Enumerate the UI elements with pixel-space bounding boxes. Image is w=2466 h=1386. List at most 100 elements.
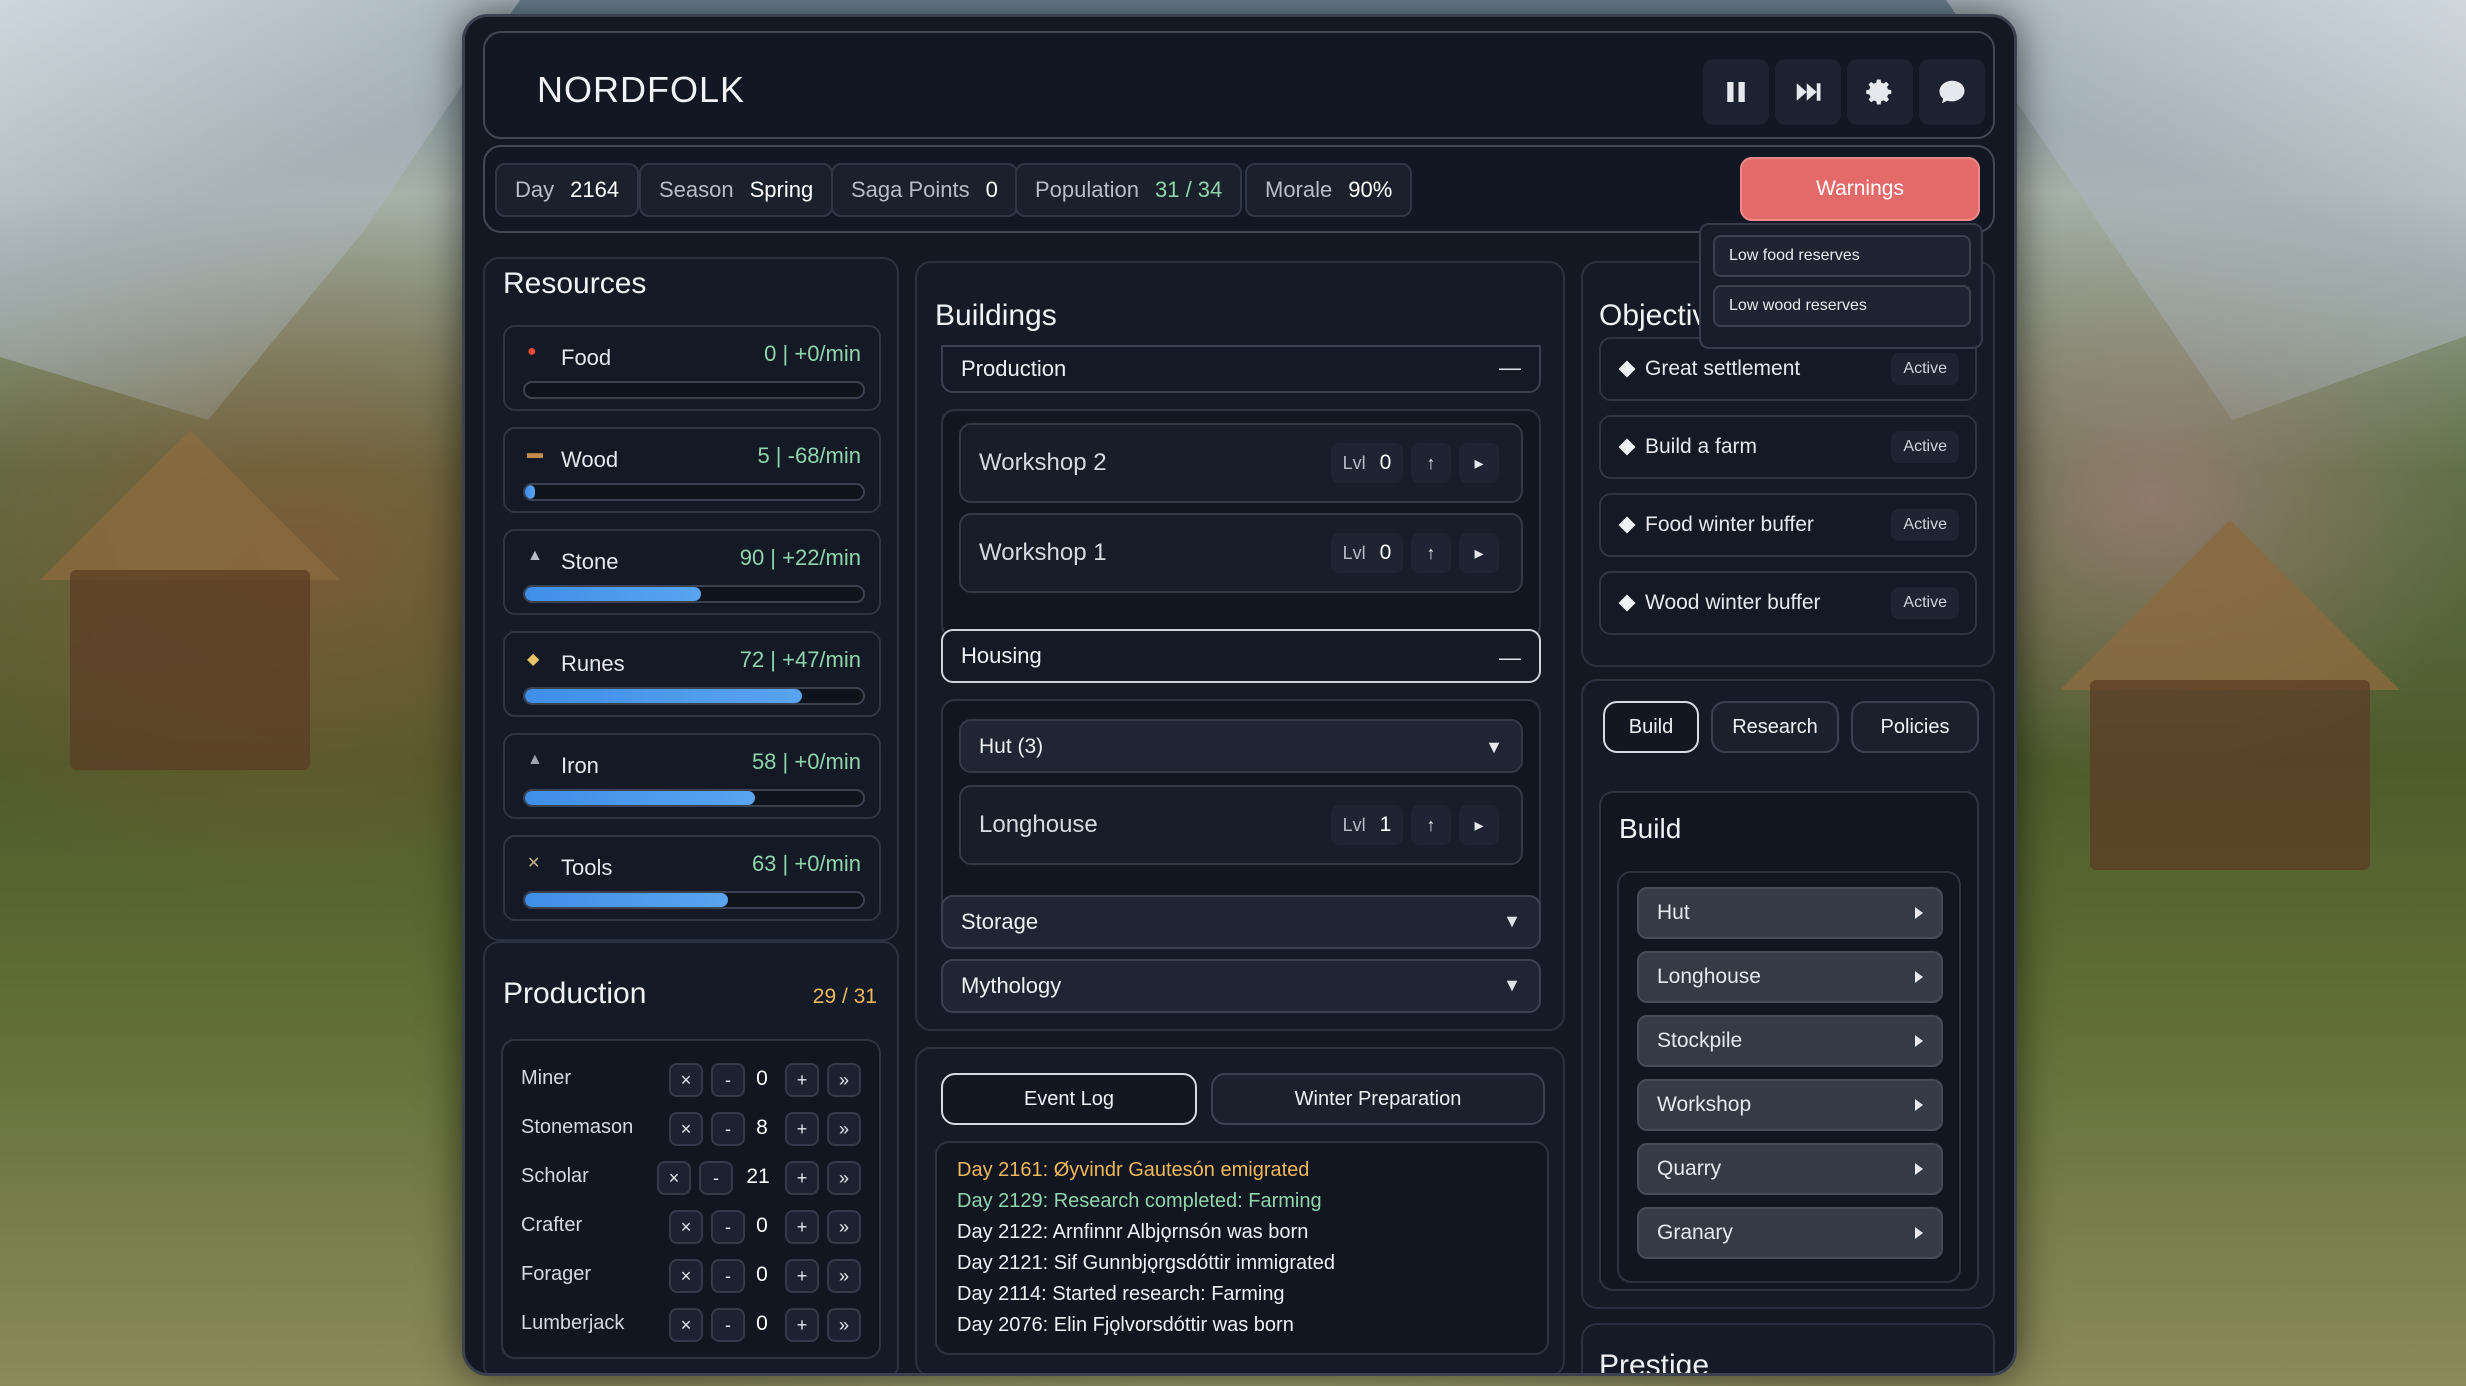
tab-winter-preparation[interactable]: Winter Preparation [1211,1073,1545,1125]
saga-points-value: 0 [985,177,998,202]
remove-button[interactable]: × [669,1308,703,1342]
objective-name: Great settlement [1645,357,1801,380]
increment-button[interactable]: + [785,1112,819,1146]
build-title: Build [1619,813,1682,844]
level-value: 1 [1379,813,1392,836]
production-list: Miner × -0 +» Stonemason × -8 +» Scholar × -21 +» Cr… [501,1039,881,1359]
log-entry: Day 2129: Research completed: Farming [957,1190,1322,1212]
building-card-longhouse: Longhouse Lvl 1 ↑ ▸ [959,785,1523,865]
buildings-panel: Buildings Production — Workshop 2 Lvl 0 ↑… [915,261,1565,1031]
category-mythology[interactable]: Mythology ▼ [941,959,1541,1013]
resource-bar-fill [525,485,536,499]
level-value: 0 [1379,541,1392,564]
tab-build[interactable]: Build [1603,701,1699,753]
remove-button[interactable]: × [669,1259,703,1293]
warning-item[interactable]: Low wood reserves [1713,285,1971,327]
resources-title: Resources [503,267,647,300]
remove-button[interactable]: × [669,1063,703,1097]
build-item-granary[interactable]: Granary [1637,1207,1943,1259]
building-card-workshop-1: Workshop 1 Lvl 0 ↑ ▸ [959,513,1523,593]
objective-card[interactable]: Wood winter buffer Active [1599,571,1977,635]
game-window: NORDFOLK Day 2164 Season Spring Saga Poi… [462,14,2017,1376]
increment-button[interactable]: + [785,1308,819,1342]
tab-research[interactable]: Research [1711,701,1839,753]
resource-bar-fill [525,689,803,703]
max-button[interactable]: » [827,1063,861,1097]
category-production[interactable]: Production — [941,345,1541,393]
category-storage[interactable]: Storage ▼ [941,895,1541,949]
background-hut [2090,680,2370,870]
level-indicator: Lvl 0 [1331,443,1403,483]
fast-forward-button[interactable] [1775,59,1841,125]
rune-icon: ◆ [527,651,540,668]
decrement-button[interactable]: - [699,1161,733,1195]
resource-card-tools: ✕ Tools 63 | +0/min [503,835,881,921]
increment-button[interactable]: + [785,1210,819,1244]
chat-button[interactable] [1919,59,1985,125]
objective-name: Build a farm [1645,435,1758,458]
buildings-title: Buildings [935,299,1057,332]
max-button[interactable]: » [827,1161,861,1195]
resource-rate: 0 | +0/min [764,341,861,366]
remove-button[interactable]: × [657,1161,691,1195]
expand-button[interactable]: ▸ [1459,533,1499,573]
hut-group-dropdown[interactable]: Hut (3) ▼ [959,719,1523,773]
build-item-label: Stockpile [1657,1029,1743,1052]
background-mountain-right [1946,0,2466,420]
max-button[interactable]: » [827,1259,861,1293]
objective-card[interactable]: Build a farm Active [1599,415,1977,479]
decrement-button[interactable]: - [711,1112,745,1146]
increment-button[interactable]: + [785,1063,819,1097]
expand-button[interactable]: ▸ [1459,805,1499,845]
chevron-right-icon [1915,1163,1923,1175]
decrement-button[interactable]: - [711,1308,745,1342]
build-item-longhouse[interactable]: Longhouse [1637,951,1943,1003]
max-button[interactable]: » [827,1112,861,1146]
job-name: Scholar [521,1165,589,1187]
log-entry: Day 2121: Sif Gunnbjǫrgsdóttir immigrate… [957,1252,1335,1274]
game-title: NORDFOLK [537,69,746,110]
build-item-hut[interactable]: Hut [1637,887,1943,939]
collapse-icon[interactable]: — [1499,645,1521,671]
diamond-icon [1618,360,1636,378]
resource-card-wood: ▬ Wood 5 | -68/min [503,427,881,513]
pause-button[interactable] [1703,59,1769,125]
resource-name: Food [561,345,612,370]
log-icon: ▬ [527,445,543,462]
upgrade-button[interactable]: ↑ [1411,443,1451,483]
decrement-button[interactable]: - [711,1063,745,1097]
max-button[interactable]: » [827,1308,861,1342]
build-item-workshop[interactable]: Workshop [1637,1079,1943,1131]
gear-icon [1866,79,1892,105]
tab-policies[interactable]: Policies [1851,701,1979,753]
warnings-button[interactable]: Warnings [1740,157,1980,221]
production-title: Production [503,977,647,1010]
chevron-down-icon: ▼ [1485,737,1503,757]
upgrade-button[interactable]: ↑ [1411,533,1451,573]
warning-item[interactable]: Low food reserves [1713,235,1971,277]
category-housing[interactable]: Housing — [941,629,1541,683]
background-mountain-left [0,0,520,420]
build-item-stockpile[interactable]: Stockpile [1637,1015,1943,1067]
build-item-quarry[interactable]: Quarry [1637,1143,1943,1195]
event-log-panel: Event Log Winter Preparation Day 2161: Ø… [915,1047,1565,1373]
collapse-icon[interactable]: — [1499,355,1521,381]
decrement-button[interactable]: - [711,1259,745,1293]
remove-button[interactable]: × [669,1210,703,1244]
build-item-label: Granary [1657,1221,1733,1244]
resource-bar [523,381,865,399]
settings-button[interactable] [1847,59,1913,125]
increment-button[interactable]: + [785,1161,819,1195]
upgrade-button[interactable]: ↑ [1411,805,1451,845]
remove-button[interactable]: × [669,1112,703,1146]
increment-button[interactable]: + [785,1259,819,1293]
max-button[interactable]: » [827,1210,861,1244]
decrement-button[interactable]: - [711,1210,745,1244]
objective-card[interactable]: Food winter buffer Active [1599,493,1977,557]
expand-button[interactable]: ▸ [1459,443,1499,483]
building-name: Workshop 2 [979,449,1107,476]
status-badge: Active [1891,587,1959,619]
tab-event-log[interactable]: Event Log [941,1073,1197,1125]
chevron-right-icon [1915,907,1923,919]
group-label: Hut (3) [979,735,1044,758]
